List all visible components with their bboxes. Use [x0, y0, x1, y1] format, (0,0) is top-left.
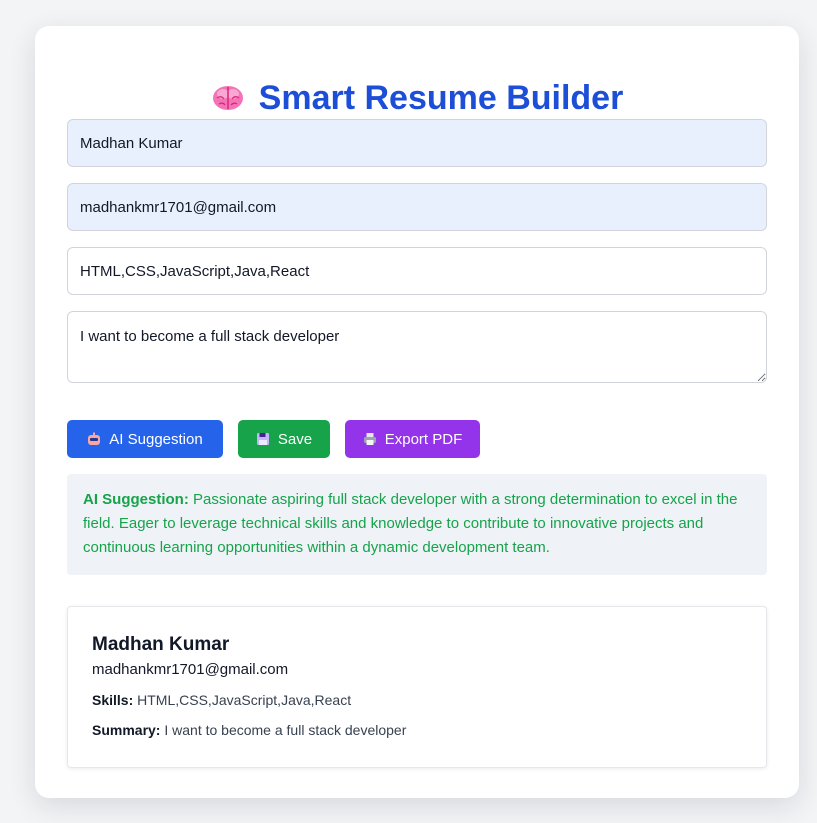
floppy-disk-icon — [256, 432, 270, 446]
ai-suggestion-button-label: AI Suggestion — [109, 430, 203, 448]
resume-builder-card: Smart Resume Builder I want to become a … — [35, 26, 799, 798]
preview-summary-label: Summary: — [92, 722, 161, 738]
preview-email: madhankmr1701@gmail.com — [92, 661, 289, 678]
skills-input[interactable] — [67, 247, 767, 295]
page-title: Smart Resume Builder — [35, 81, 799, 115]
preview-skills-value: HTML,CSS,JavaScript,Java,React — [137, 692, 352, 708]
ai-suggestion-button[interactable]: AI Suggestion — [67, 420, 223, 458]
preview-summary: Summary: I want to become a full stack d… — [92, 720, 742, 740]
ai-suggestion-label: AI Suggestion: — [83, 491, 189, 508]
save-button[interactable]: Save — [238, 420, 330, 458]
robot-icon — [87, 432, 101, 446]
email-input[interactable] — [67, 183, 767, 231]
export-pdf-button[interactable]: Export PDF — [345, 420, 480, 458]
name-input[interactable] — [67, 119, 767, 167]
save-button-label: Save — [277, 430, 313, 448]
page-title-text: Smart Resume Builder — [258, 79, 624, 117]
summary-textarea[interactable]: I want to become a full stack developer — [67, 311, 767, 383]
brain-icon — [211, 84, 245, 112]
resume-preview: Madhan Kumar madhankmr1701@gmail.com Ski… — [67, 606, 767, 768]
printer-icon — [363, 432, 377, 446]
preview-name: Madhan Kumar — [92, 634, 230, 655]
ai-suggestion-box: AI Suggestion: Passionate aspiring full … — [67, 474, 767, 575]
preview-skills: Skills: HTML,CSS,JavaScript,Java,React — [92, 690, 742, 710]
preview-skills-label: Skills: — [92, 692, 134, 708]
preview-summary-value: I want to become a full stack developer — [164, 722, 407, 738]
export-pdf-button-label: Export PDF — [384, 430, 463, 448]
